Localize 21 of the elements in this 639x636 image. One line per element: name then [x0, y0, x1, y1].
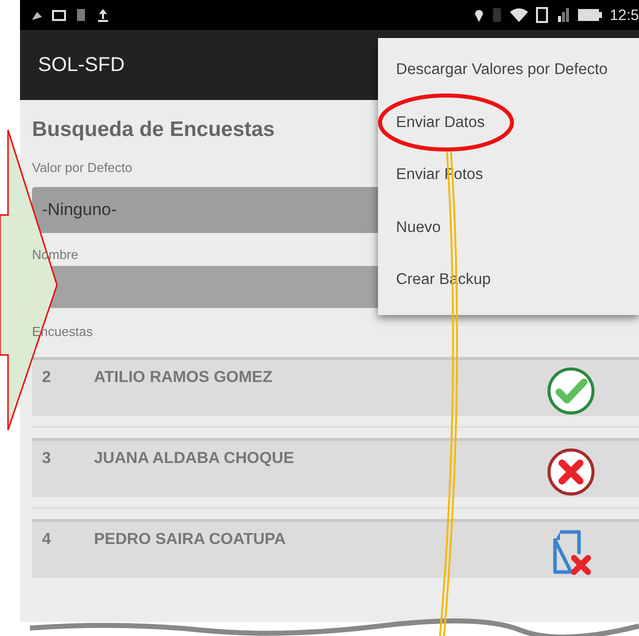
signal-icon [556, 8, 570, 22]
menu-item[interactable]: Enviar Datos [378, 96, 639, 149]
window-icon [52, 8, 66, 22]
survey-number: 3 [42, 450, 52, 468]
field-label: Valor por Defecto [32, 160, 132, 175]
survey-number: 2 [42, 369, 52, 387]
sim-icon [536, 7, 548, 23]
location-icon [474, 8, 484, 22]
survey-name: ATILIO RAMOS GOMEZ [94, 369, 272, 387]
survey-name: JUANA ALDABA CHOQUE [94, 450, 294, 468]
wifi-icon [510, 8, 528, 22]
survey-name: PEDRO SAIRA COATUPA [94, 531, 286, 549]
check-icon [546, 366, 596, 416]
status-time: 12:5 [610, 6, 639, 24]
page-title: Busqueda de Encuestas [32, 118, 275, 142]
battery-icon [578, 8, 602, 22]
survey-number: 4 [42, 531, 52, 549]
app-title: SOL-SFD [38, 54, 125, 76]
upload-icon [96, 8, 110, 22]
menu-item[interactable]: Descargar Valores por Defecto [378, 44, 639, 96]
error-icon [546, 447, 596, 497]
